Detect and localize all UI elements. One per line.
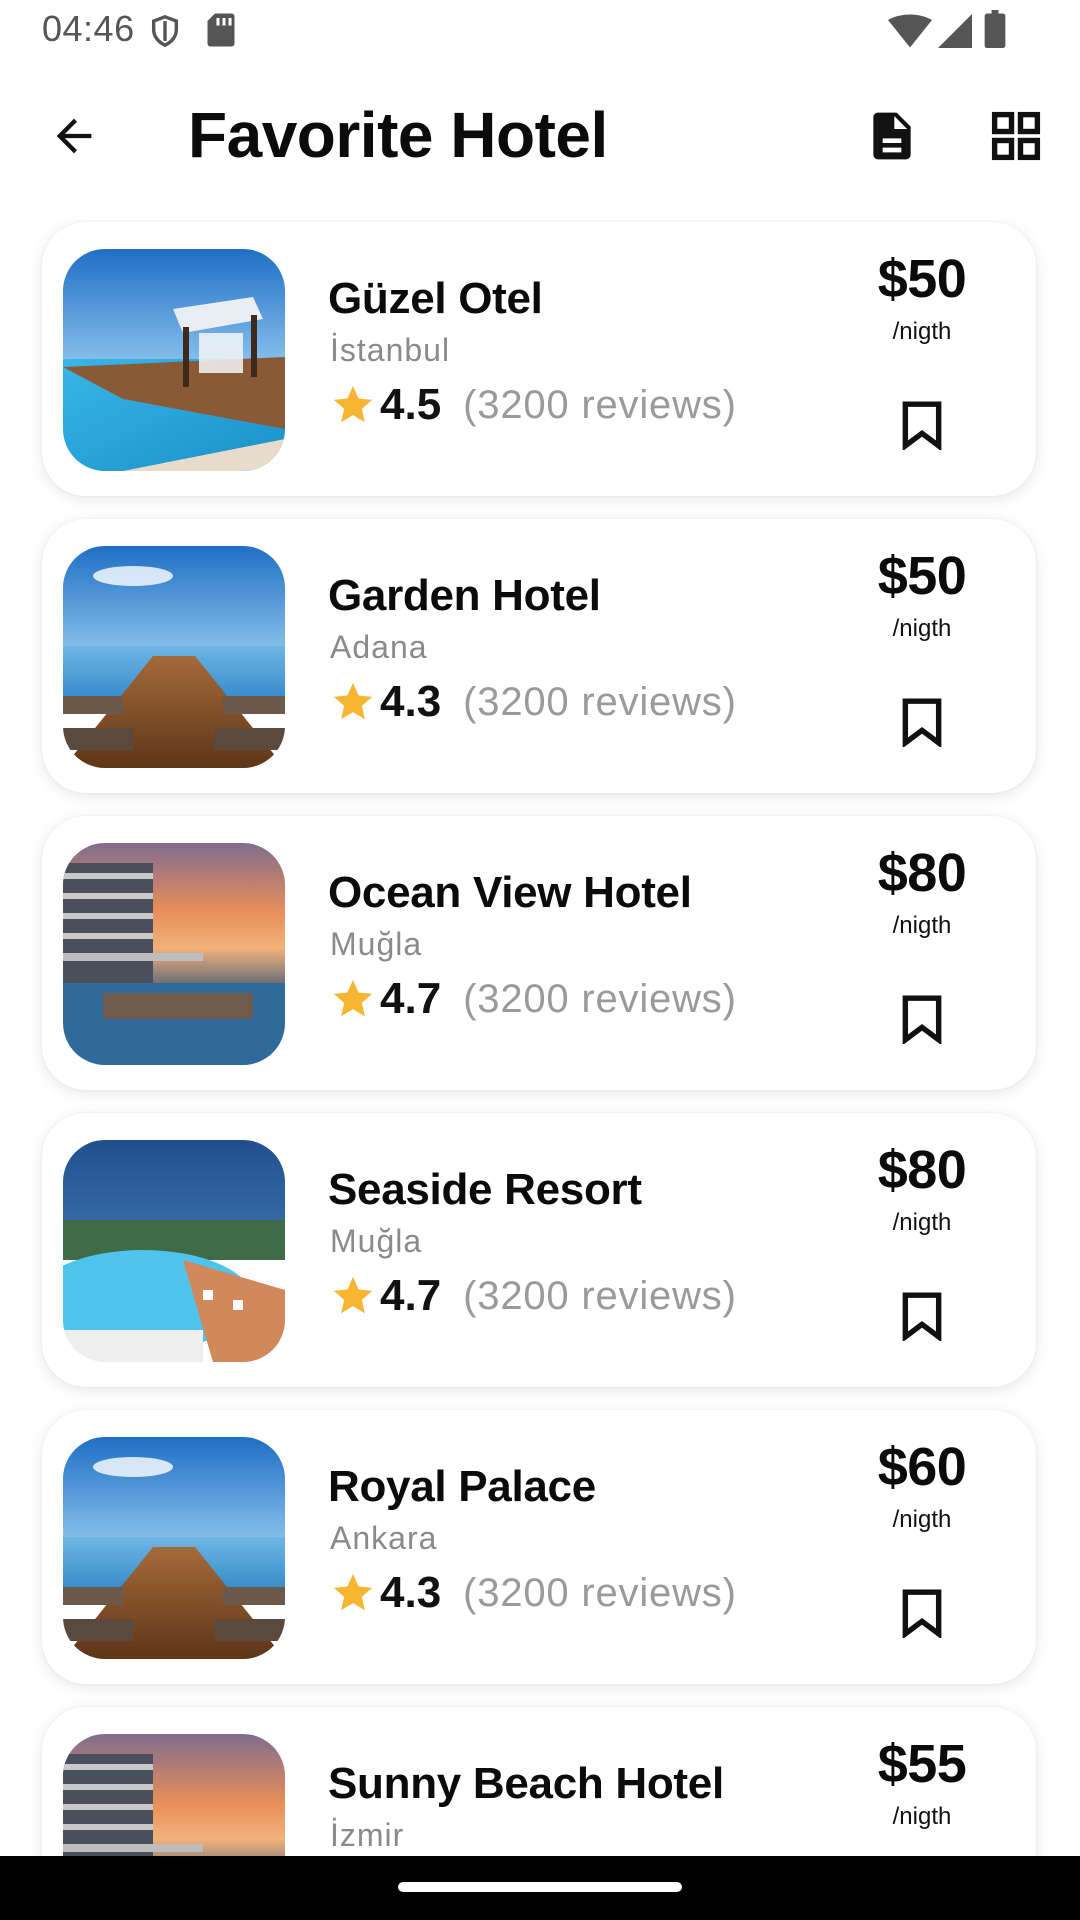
- hotel-list[interactable]: Güzel Otel İstanbul 4.5 (3200 reviews) $…: [0, 220, 1080, 1856]
- hotel-photo: [63, 843, 285, 1065]
- hotel-name: Ocean View Hotel: [328, 868, 692, 917]
- grid-view-button[interactable]: [984, 104, 1048, 168]
- bookmark-button[interactable]: [870, 1570, 974, 1656]
- document-button[interactable]: [860, 104, 924, 168]
- hotel-price: $55: [877, 1734, 967, 1794]
- reviews-count: (3200 reviews): [463, 679, 737, 724]
- star-icon: [333, 1573, 373, 1611]
- favorite-hotels-screen: 04:46 Favorite Hotel Güzel Otel İstanbul…: [0, 0, 1080, 1920]
- star-icon: [333, 682, 373, 720]
- hotel-card[interactable]: Ocean View Hotel Muğla 4.7 (3200 reviews…: [42, 816, 1036, 1090]
- app-bar: Favorite Hotel: [0, 70, 1080, 200]
- reviews-count: (3200 reviews): [463, 382, 737, 427]
- rating-value: 4.3: [380, 1568, 442, 1617]
- bookmark-icon: [902, 401, 942, 450]
- per-night-label: /nigth: [892, 318, 952, 345]
- reviews-count: (3200 reviews): [463, 1273, 737, 1318]
- bookmark-button[interactable]: [870, 976, 974, 1062]
- bookmark-button[interactable]: [870, 382, 974, 468]
- battery-icon: [984, 10, 1006, 53]
- hotel-card[interactable]: Royal Palace Ankara 4.3 (3200 reviews) $…: [42, 1410, 1036, 1684]
- rating-row: 4.7 (3200 reviews): [330, 1271, 737, 1321]
- signal-icon: [938, 14, 972, 53]
- hotel-city: Adana: [330, 629, 428, 665]
- per-night-label: /nigth: [892, 912, 952, 939]
- hotel-city: İzmir: [330, 1817, 405, 1853]
- hotel-price: $80: [877, 843, 967, 903]
- per-night-label: /nigth: [892, 615, 952, 642]
- page-title: Favorite Hotel: [188, 99, 608, 171]
- per-night-label: /nigth: [892, 1803, 952, 1830]
- hotel-name: Garden Hotel: [328, 571, 601, 620]
- reviews-count: (3200 reviews): [463, 1570, 737, 1615]
- bookmark-icon: [902, 1589, 942, 1638]
- back-button[interactable]: [38, 100, 110, 172]
- rating-value: 4.3: [380, 677, 442, 726]
- rating-value: 4.7: [380, 1271, 442, 1320]
- hotel-card[interactable]: Seaside Resort Muğla 4.7 (3200 reviews) …: [42, 1113, 1036, 1387]
- navigation-bar: [0, 1856, 1080, 1920]
- hotel-card[interactable]: Garden Hotel Adana 4.3 (3200 reviews) $5…: [42, 519, 1036, 793]
- bookmark-icon: [902, 1292, 942, 1341]
- bookmark-icon: [902, 698, 942, 747]
- per-night-label: /nigth: [892, 1506, 952, 1533]
- reviews-count: (3200 reviews): [463, 976, 737, 1021]
- shield-icon: [148, 12, 182, 55]
- hotel-card[interactable]: Güzel Otel İstanbul 4.5 (3200 reviews) $…: [42, 222, 1036, 496]
- grid-view-icon: [991, 111, 1041, 161]
- hotel-price: $50: [877, 546, 967, 606]
- hotel-city: Muğla: [330, 1223, 423, 1259]
- rating-row: 4.7 (3200 reviews): [330, 974, 737, 1024]
- hotel-price: $80: [877, 1140, 967, 1200]
- rating-row: 4.3 (3200 reviews): [330, 677, 737, 727]
- hotel-card[interactable]: Sunny Beach Hotel İzmir $55 /nigth: [42, 1707, 1036, 1856]
- hotel-city: Ankara: [330, 1520, 438, 1556]
- sd-card-icon: [206, 12, 236, 53]
- hotel-name: Seaside Resort: [328, 1165, 642, 1214]
- star-icon: [333, 385, 373, 423]
- home-gesture-handle[interactable]: [398, 1882, 682, 1892]
- rating-value: 4.5: [380, 380, 442, 429]
- arrow-back-icon: [56, 118, 92, 154]
- bookmark-button[interactable]: [870, 1273, 974, 1359]
- bookmark-icon: [902, 995, 942, 1044]
- hotel-price: $60: [877, 1437, 967, 1497]
- bookmark-button[interactable]: [870, 679, 974, 765]
- hotel-price: $50: [877, 249, 967, 309]
- rating-value: 4.7: [380, 974, 442, 1023]
- status-time: 04:46: [42, 8, 135, 49]
- star-icon: [333, 1276, 373, 1314]
- hotel-photo: [63, 1437, 285, 1659]
- hotel-photo: [63, 1140, 285, 1362]
- hotel-city: İstanbul: [330, 332, 451, 368]
- rating-row: 4.3 (3200 reviews): [330, 1568, 737, 1618]
- hotel-photo: [63, 1734, 285, 1856]
- hotel-photo: [63, 249, 285, 471]
- wifi-icon: [888, 14, 932, 53]
- per-night-label: /nigth: [892, 1209, 952, 1236]
- hotel-city: Muğla: [330, 926, 423, 962]
- star-icon: [333, 979, 373, 1017]
- hotel-photo: [63, 546, 285, 768]
- rating-row: 4.5 (3200 reviews): [330, 380, 737, 430]
- hotel-name: Güzel Otel: [328, 274, 543, 323]
- hotel-name: Royal Palace: [328, 1462, 596, 1511]
- hotel-name: Sunny Beach Hotel: [328, 1759, 724, 1808]
- status-bar: 04:46: [0, 0, 1080, 64]
- document-icon: [873, 112, 911, 160]
